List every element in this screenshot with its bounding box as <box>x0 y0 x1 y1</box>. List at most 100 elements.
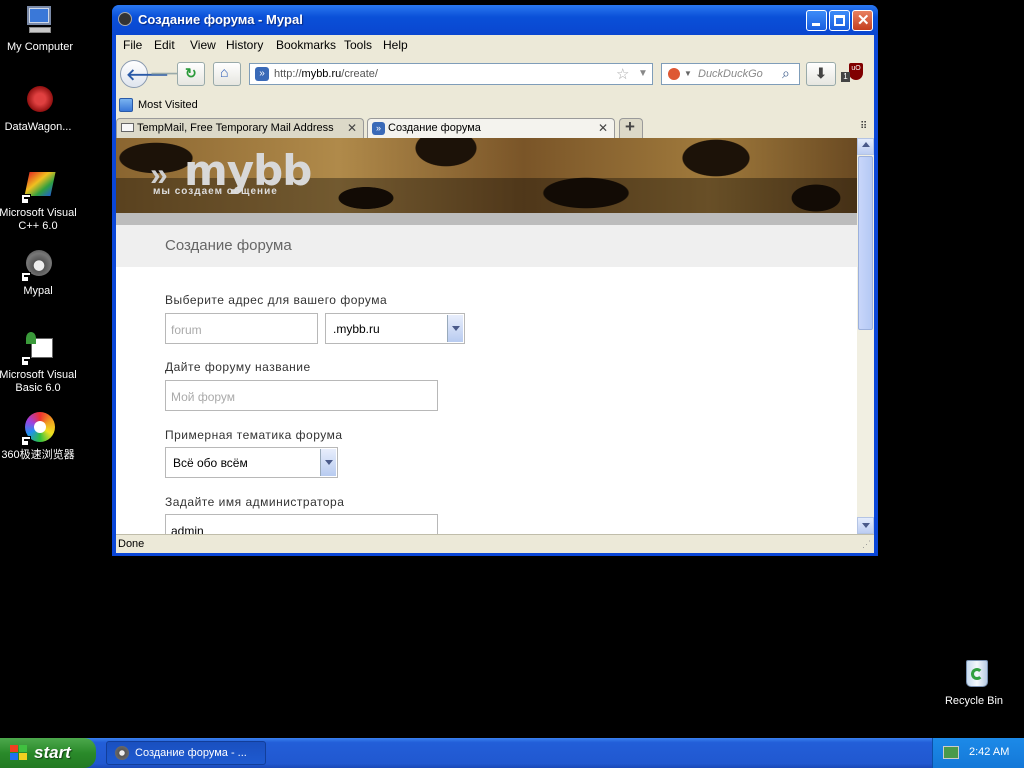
plus-icon: + <box>625 117 635 136</box>
forum-address-input[interactable]: forum <box>165 313 318 344</box>
browser-chrome: File Edit View History Bookmarks Tools H… <box>116 35 874 553</box>
scroll-down-button[interactable] <box>857 517 874 534</box>
download-arrow-icon: ⬇ <box>815 65 827 81</box>
desktop-icon-label: My Computer <box>6 41 74 53</box>
start-label: start <box>34 743 71 762</box>
domain-select[interactable]: .mybb.ru <box>325 313 465 344</box>
clock[interactable]: 2:42 AM <box>969 746 1009 758</box>
topic-select[interactable]: Всё обо всём <box>165 447 338 478</box>
url-bar[interactable]: » http://mybb.ru/create/ ☆ ▼ <box>249 63 653 85</box>
folder-icon <box>119 98 133 112</box>
site-banner: » mybb мы создаем общение <box>116 138 857 213</box>
menu-history[interactable]: History <box>226 38 263 52</box>
chevron-down-icon <box>447 315 463 342</box>
minimize-button[interactable] <box>806 10 827 31</box>
close-window-button[interactable]: ✕ <box>852 10 873 31</box>
menu-bookmarks[interactable]: Bookmarks <box>276 38 336 52</box>
desktop-icon-label: Microsoft Visual Basic 6.0 <box>0 369 77 394</box>
desktop-icon-my-computer[interactable]: My Computer <box>0 4 80 54</box>
url-dropdown-icon[interactable]: ▼ <box>638 68 648 79</box>
window-title: Создание форума - Mypal <box>138 12 303 27</box>
bookmark-star-icon[interactable]: ☆ <box>616 65 629 83</box>
new-tab-button[interactable]: + <box>619 117 643 138</box>
logo-tagline: мы создаем общение <box>153 186 278 197</box>
desktop-icon-visual-cpp[interactable]: Microsoft Visual C++ 6.0 <box>0 170 78 233</box>
desktop-icon-360-browser[interactable]: 360极速浏览器 <box>0 412 78 462</box>
admin-label: Задайте имя администратора <box>165 495 345 509</box>
desktop-icon-datawagon[interactable]: DataWagon... <box>0 84 78 134</box>
desktop-icon-visual-basic[interactable]: Microsoft Visual Basic 6.0 <box>0 332 78 395</box>
search-icon[interactable]: ⌕ <box>782 65 790 82</box>
topic-label: Примерная тематика форума <box>165 428 343 442</box>
scroll-thumb[interactable] <box>858 156 873 330</box>
name-label: Дайте форуму название <box>165 360 311 374</box>
vertical-scrollbar[interactable] <box>857 138 874 534</box>
close-icon: ✕ <box>857 12 870 29</box>
bookmarks-toolbar: Most Visited <box>116 95 874 115</box>
raccoon-icon <box>115 746 129 760</box>
badge-count: 1 <box>841 72 850 82</box>
tab-close-icon[interactable]: ✕ <box>347 121 357 135</box>
chevron-down-icon <box>862 523 870 528</box>
mybb-favicon-icon: » <box>372 122 385 135</box>
duckduckgo-icon <box>667 67 681 81</box>
reload-icon: ↻ <box>185 65 197 81</box>
search-bar[interactable]: ▼ DuckDuckGo ⌕ <box>661 63 800 85</box>
windows-flag-icon <box>10 745 28 761</box>
minimize-icon <box>812 23 820 26</box>
menu-edit[interactable]: Edit <box>154 38 175 52</box>
page-content: » mybb мы создаем общение Создание форум… <box>116 138 857 534</box>
taskbar-item-mypal[interactable]: Создание форума - ... <box>106 741 266 765</box>
raccoon-icon <box>21 248 55 282</box>
desktop-icon-label: 360极速浏览器 <box>1 449 75 461</box>
resize-grip-icon[interactable]: ⋰ <box>862 539 871 550</box>
menu-view[interactable]: View <box>190 38 216 52</box>
menu-tools[interactable]: Tools <box>344 38 372 52</box>
system-tray: 2:42 AM <box>932 738 1024 768</box>
tab-strip: TempMail, Free Temporary Mail Address ✕ … <box>116 116 874 139</box>
maximize-icon <box>834 15 845 26</box>
menu-bar: File Edit View History Bookmarks Tools H… <box>116 35 874 55</box>
search-engine-dropdown-icon[interactable]: ▼ <box>684 69 692 78</box>
title-bar[interactable]: Создание форума - Mypal ✕ <box>112 5 878 35</box>
forum-name-input[interactable]: Мой форум <box>165 380 438 411</box>
computer-icon <box>23 4 57 38</box>
home-button[interactable]: ⌂ <box>213 62 241 86</box>
tab-close-icon[interactable]: ✕ <box>598 121 608 135</box>
network-icon[interactable] <box>943 746 959 759</box>
downloads-button[interactable]: ⬇ <box>806 62 836 86</box>
desktop-icon-label: Recycle Bin <box>944 695 1004 707</box>
ublock-button[interactable]: uO 1 <box>840 62 870 86</box>
url-prefix: http:// <box>274 68 302 80</box>
tab-list-icon[interactable]: ⠿ <box>860 121 867 132</box>
start-button[interactable]: start <box>0 738 96 768</box>
desktop-icon-recycle-bin[interactable]: Recycle Bin <box>934 658 1014 708</box>
bookmark-label: Most Visited <box>138 99 198 111</box>
reload-button[interactable]: ↻ <box>177 62 205 86</box>
tab-label: TempMail, Free Temporary Mail Address <box>137 122 334 134</box>
mail-icon <box>121 123 134 132</box>
visual-cpp-icon <box>21 170 56 204</box>
back-button[interactable]: 🡐 <box>120 60 169 88</box>
datawagon-icon <box>21 84 55 118</box>
desktop-icon-mypal[interactable]: Mypal <box>0 248 78 298</box>
menu-file[interactable]: File <box>123 38 142 52</box>
url-domain: mybb.ru <box>301 68 342 80</box>
tab-tempmail[interactable]: TempMail, Free Temporary Mail Address ✕ <box>116 118 364 138</box>
address-label: Выберите адрес для вашего форума <box>165 293 388 307</box>
chevron-up-icon <box>862 142 870 147</box>
tab-label: Создание форума <box>388 122 481 134</box>
search-placeholder: DuckDuckGo <box>698 68 763 80</box>
site-favicon-icon: » <box>255 67 269 81</box>
recycle-bin-icon <box>957 658 991 692</box>
visual-basic-icon <box>21 332 55 366</box>
desktop-icon-label: Mypal <box>23 285 53 297</box>
menu-help[interactable]: Help <box>383 38 408 52</box>
status-text: Done <box>118 538 145 550</box>
home-icon: ⌂ <box>220 64 229 80</box>
admin-name-input[interactable]: admin <box>165 514 438 534</box>
maximize-button[interactable] <box>829 10 850 31</box>
tab-create-forum[interactable]: » Создание форума ✕ <box>367 118 615 138</box>
scroll-up-button[interactable] <box>857 138 874 155</box>
360-browser-icon <box>21 412 55 446</box>
